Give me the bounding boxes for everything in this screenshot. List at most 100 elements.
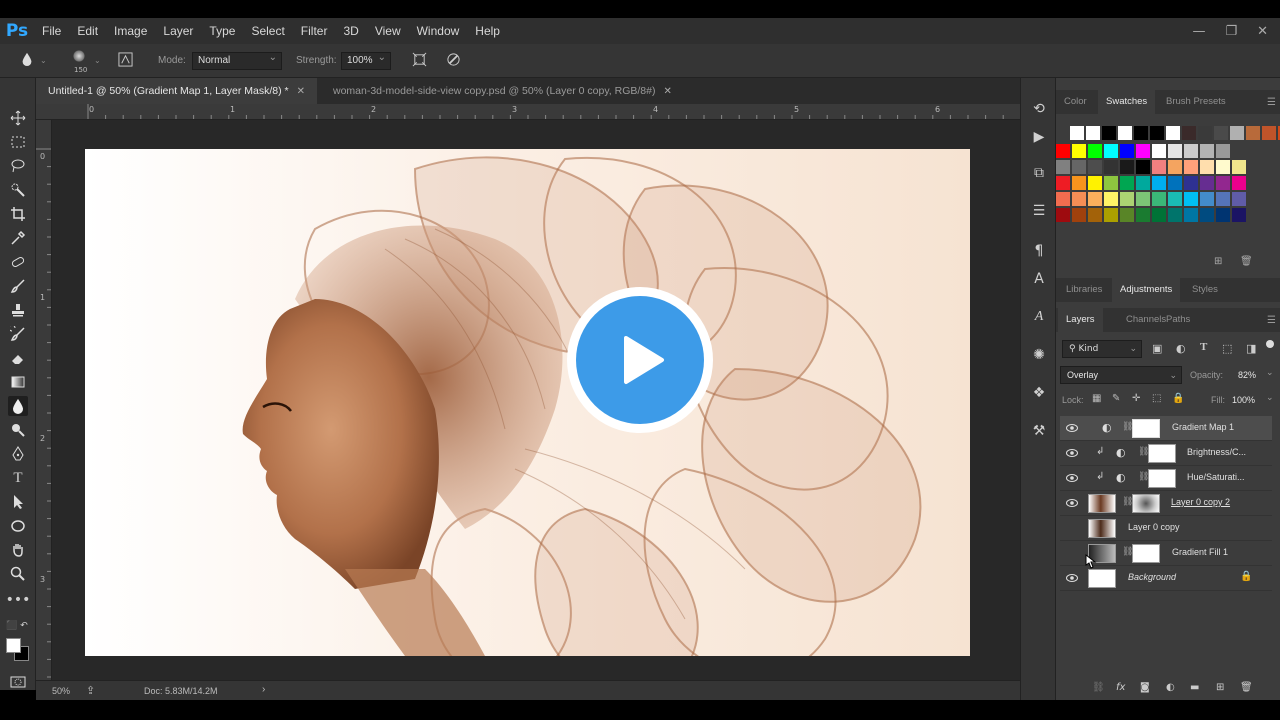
filter-smart-object-icon[interactable]: ◨: [1246, 342, 1256, 355]
document-canvas[interactable]: [85, 149, 970, 656]
layer-mask-thumbnail[interactable]: [1132, 419, 1160, 438]
chevron-down-icon[interactable]: ⌄: [40, 56, 47, 65]
new-group-icon[interactable]: ▬: [1190, 682, 1199, 693]
link-layers-icon[interactable]: ⛓: [1092, 682, 1105, 693]
color-swatch[interactable]: [1152, 192, 1166, 206]
minimize-icon[interactable]: —: [1192, 24, 1205, 39]
menu-filter[interactable]: Filter: [293, 18, 336, 44]
color-swatch[interactable]: [1102, 126, 1116, 140]
color-swatch[interactable]: [1184, 192, 1198, 206]
layer-thumbnail[interactable]: [1088, 494, 1116, 513]
color-swatch[interactable]: [1134, 126, 1148, 140]
layer-comps-icon[interactable]: ❖: [1030, 384, 1048, 402]
color-swatch[interactable]: [1120, 208, 1134, 222]
eye-icon[interactable]: [1066, 423, 1078, 433]
chevron-down-icon[interactable]: ⌄: [1266, 393, 1274, 403]
trash-icon[interactable]: 🗑: [1240, 256, 1253, 267]
color-swatch[interactable]: [1104, 192, 1118, 206]
dodge-tool-icon[interactable]: [8, 420, 28, 440]
restore-icon[interactable]: ❐: [1225, 24, 1237, 39]
tab-color[interactable]: Color: [1056, 90, 1095, 114]
pressure-icon[interactable]: [444, 52, 462, 70]
color-swatch[interactable]: [1168, 176, 1182, 190]
marquee-tool-icon[interactable]: [8, 132, 28, 152]
lock-all-icon[interactable]: 🔒: [1172, 393, 1184, 404]
panel-menu-icon[interactable]: ☰: [1267, 97, 1276, 108]
tab-layers[interactable]: Layers: [1058, 308, 1103, 332]
color-swatch[interactable]: [1136, 208, 1150, 222]
color-swatch[interactable]: [1152, 176, 1166, 190]
color-swatch[interactable]: [1136, 144, 1150, 158]
color-swatch[interactable]: [1072, 192, 1086, 206]
menu-file[interactable]: File: [34, 18, 69, 44]
quick-selection-tool-icon[interactable]: [8, 180, 28, 200]
color-swatch[interactable]: [1152, 144, 1166, 158]
color-swatch[interactable]: [1072, 160, 1086, 174]
eraser-tool-icon[interactable]: [8, 348, 28, 368]
color-swatch[interactable]: [1200, 208, 1214, 222]
mode-select[interactable]: Normal: [192, 52, 282, 70]
menu-view[interactable]: View: [367, 18, 409, 44]
color-swatch[interactable]: [1232, 176, 1246, 190]
color-swatch[interactable]: [1200, 160, 1214, 174]
color-swatch[interactable]: [1152, 160, 1166, 174]
menu-image[interactable]: Image: [106, 18, 155, 44]
layer-row-brightness[interactable]: ↲ ◐ ⛓ Brightness/C...: [1060, 441, 1272, 466]
color-swatch[interactable]: [1184, 208, 1198, 222]
color-swatch[interactable]: [1118, 126, 1132, 140]
color-swatch[interactable]: [1232, 208, 1246, 222]
lock-position-icon[interactable]: ✛: [1132, 393, 1140, 404]
color-swatch[interactable]: [1072, 176, 1086, 190]
pen-tool-icon[interactable]: [8, 444, 28, 464]
color-swatch[interactable]: [1136, 192, 1150, 206]
color-swatch[interactable]: [1230, 126, 1244, 140]
filter-pixel-icon[interactable]: ▣: [1152, 342, 1162, 355]
chevron-right-icon[interactable]: ›: [262, 684, 265, 695]
color-swatch[interactable]: [1120, 192, 1134, 206]
tab-untitled-1[interactable]: Untitled-1 @ 50% (Gradient Map 1, Layer …: [36, 78, 317, 104]
filter-adjustment-icon[interactable]: ◐: [1176, 342, 1186, 355]
actions-play-icon[interactable]: ▶: [1030, 128, 1048, 146]
menu-select[interactable]: Select: [243, 18, 292, 44]
more-tools-icon[interactable]: •••: [6, 590, 31, 610]
color-swatch[interactable]: [1246, 126, 1260, 140]
close-icon[interactable]: ✕: [1257, 24, 1268, 39]
blur-tool-icon[interactable]: [8, 396, 28, 416]
layer-row-layer-0-copy-2[interactable]: ⛓ Layer 0 copy 2: [1060, 491, 1272, 516]
color-swatch[interactable]: [1120, 144, 1134, 158]
chevron-down-icon[interactable]: ⌄: [1266, 368, 1274, 378]
color-swatch[interactable]: [1182, 126, 1196, 140]
character-icon[interactable]: A: [1030, 270, 1048, 288]
path-selection-tool-icon[interactable]: [8, 492, 28, 512]
sample-all-layers-icon[interactable]: [410, 52, 428, 70]
share-icon[interactable]: ⇪: [86, 684, 95, 697]
eye-icon[interactable]: [1066, 498, 1078, 508]
lock-artboard-icon[interactable]: ⬚: [1152, 393, 1161, 404]
color-swatch[interactable]: [1072, 144, 1086, 158]
color-swatch[interactable]: [1150, 126, 1164, 140]
color-swatch[interactable]: [1214, 126, 1228, 140]
zoom-level[interactable]: 50%: [52, 686, 70, 696]
gradient-tool-icon[interactable]: [8, 372, 28, 392]
color-swatch[interactable]: [1088, 160, 1102, 174]
color-swatch[interactable]: [1232, 192, 1246, 206]
visibility-toggle-empty[interactable]: [1066, 523, 1078, 533]
filter-toggle-icon[interactable]: [1266, 340, 1274, 348]
color-swatch[interactable]: [1120, 160, 1134, 174]
foreground-color-swatch[interactable]: [6, 638, 21, 653]
color-swatch[interactable]: [1216, 208, 1230, 222]
blend-mode-select[interactable]: Overlay ⌄: [1060, 366, 1182, 384]
color-swatch[interactable]: [1200, 176, 1214, 190]
fill-value[interactable]: 100%: [1232, 395, 1255, 405]
layer-thumbnail[interactable]: [1088, 519, 1116, 538]
color-swatch[interactable]: [1168, 160, 1182, 174]
color-swatch[interactable]: [1200, 144, 1214, 158]
lock-transparent-icon[interactable]: ▦: [1092, 393, 1101, 404]
history-brush-tool-icon[interactable]: [8, 324, 28, 344]
layer-row-layer-0-copy[interactable]: Layer 0 copy: [1060, 516, 1272, 541]
tab-woman-3d-model[interactable]: woman-3d-model-side-view copy.psd @ 50% …: [321, 78, 684, 104]
move-tool-icon[interactable]: [8, 108, 28, 128]
chevron-down-icon[interactable]: ⌄: [94, 56, 101, 65]
layer-filter-select[interactable]: ⚲ Kind ⌄: [1062, 340, 1142, 358]
layer-row-gradient-map-1[interactable]: ◐ ⛓ Gradient Map 1: [1060, 416, 1272, 441]
